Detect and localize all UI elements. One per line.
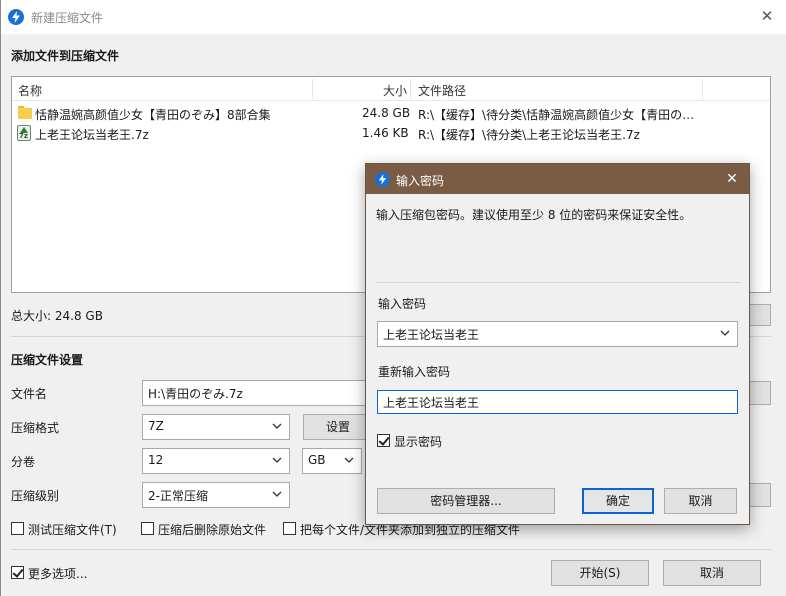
- show-password-checkbox[interactable]: [377, 434, 390, 447]
- chevron-down-icon: [272, 491, 282, 497]
- volume-value: 12: [148, 453, 164, 467]
- close-icon[interactable]: ✕: [723, 169, 741, 189]
- volume-unit-select[interactable]: GB: [302, 448, 362, 474]
- divider: [376, 282, 741, 283]
- delete-after-checkbox[interactable]: [141, 522, 154, 535]
- each-separate-checkbox[interactable]: [283, 522, 296, 535]
- divider: [11, 549, 771, 550]
- level-label: 压缩级别: [11, 489, 60, 503]
- file-list-header: 名称 大小 文件路径: [12, 77, 770, 101]
- button-partial[interactable]: [749, 483, 771, 507]
- browse-button-partial[interactable]: [749, 304, 771, 326]
- password-combo[interactable]: 上老王论坛当老王: [377, 321, 738, 347]
- chevron-down-icon: [272, 457, 282, 463]
- password-value: 上老王论坛当老王: [383, 328, 480, 342]
- column-size[interactable]: 大小: [383, 82, 407, 99]
- column-path[interactable]: 文件路径: [418, 82, 466, 99]
- file-size: 24.8 GB: [362, 106, 411, 120]
- dialog-description: 输入压缩包密码。建议使用至少 8 位的密码来保证安全性。: [376, 208, 692, 222]
- format-select[interactable]: 7Z: [142, 414, 290, 440]
- password-label: 输入密码: [378, 297, 427, 311]
- title-bar: 新建压缩文件 ✕: [1, 0, 786, 34]
- file-name: 恬静温婉高颜值少女【青田のぞみ】8部合集: [35, 108, 271, 122]
- filename-label: 文件名: [11, 387, 48, 401]
- more-options-label[interactable]: 更多选项...: [28, 565, 87, 582]
- level-value: 2-正常压缩: [148, 489, 208, 503]
- close-icon[interactable]: ✕: [757, 6, 777, 26]
- file-size: 1.46 KB: [362, 126, 409, 140]
- more-options-checkbox[interactable]: [11, 566, 24, 579]
- volume-label: 分卷: [11, 455, 36, 469]
- volume-combo[interactable]: 12: [142, 448, 290, 474]
- ok-button[interactable]: 确定: [582, 488, 654, 514]
- 7z-archive-icon: 7z: [17, 125, 31, 141]
- browse-button-partial[interactable]: [749, 381, 771, 405]
- test-archive-checkbox[interactable]: [11, 522, 24, 535]
- reenter-password-field[interactable]: 上老王论坛当老王: [377, 390, 738, 414]
- test-archive-label[interactable]: 测试压缩文件(T): [28, 521, 117, 538]
- dialog-title-bar: 输入密码 ✕: [366, 164, 749, 194]
- delete-after-label[interactable]: 压缩后删除原始文件: [158, 521, 266, 538]
- dialog-title: 输入密码: [396, 174, 445, 188]
- dialog-cancel-button[interactable]: 取消: [664, 488, 737, 514]
- add-files-heading: 添加文件到压缩文件: [11, 49, 120, 63]
- cancel-button[interactable]: 取消: [663, 560, 761, 586]
- chevron-down-icon: [344, 457, 354, 463]
- password-dialog: 输入密码 ✕ 输入压缩包密码。建议使用至少 8 位的密码来保证安全性。 输入密码…: [365, 163, 750, 525]
- filename-field[interactable]: H:\青田のぞみ.7z: [142, 380, 372, 406]
- file-name: 上老王论坛当老王.7z: [35, 128, 149, 142]
- settings-heading: 压缩文件设置: [11, 353, 84, 367]
- settings-button[interactable]: 设置: [303, 414, 373, 440]
- format-label: 压缩格式: [11, 421, 60, 435]
- app-logo-icon: [8, 9, 24, 25]
- window-title: 新建压缩文件: [31, 11, 104, 25]
- list-item[interactable]: 7z 上老王论坛当老王.7z 1.46 KB R:\【缓存】\待分类\上老王论坛…: [12, 123, 770, 143]
- level-select[interactable]: 2-正常压缩: [142, 482, 290, 508]
- chevron-down-icon: [720, 330, 730, 336]
- column-divider[interactable]: [410, 79, 411, 99]
- total-size: 总大小: 24.8 GB: [11, 309, 103, 323]
- file-path: R:\【缓存】\待分类\上老王论坛当老王.7z: [418, 128, 640, 142]
- column-divider[interactable]: [702, 79, 703, 99]
- column-divider[interactable]: [312, 79, 313, 99]
- app-logo-icon: [375, 172, 390, 187]
- format-value: 7Z: [148, 419, 164, 433]
- file-path: R:\【缓存】\待分类\恬静温婉高颜值少女【青田の…: [418, 108, 695, 122]
- chevron-down-icon: [272, 423, 282, 429]
- reenter-label: 重新输入密码: [378, 365, 451, 379]
- volume-unit-value: GB: [308, 453, 326, 467]
- start-button[interactable]: 开始(S): [551, 560, 649, 586]
- column-name[interactable]: 名称: [18, 82, 42, 99]
- show-password-label[interactable]: 显示密码: [394, 433, 442, 450]
- password-manager-button[interactable]: 密码管理器...: [377, 488, 555, 514]
- list-item[interactable]: 恬静温婉高颜值少女【青田のぞみ】8部合集 24.8 GB R:\【缓存】\待分类…: [12, 103, 770, 123]
- folder-icon: [18, 106, 32, 119]
